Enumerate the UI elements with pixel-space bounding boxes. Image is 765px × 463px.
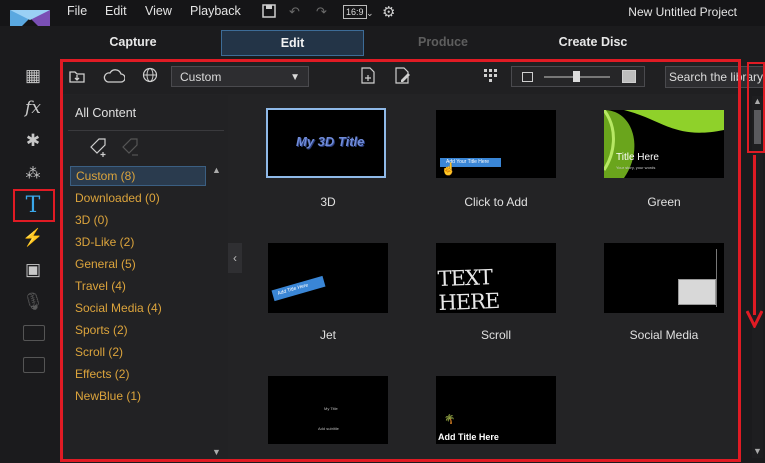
menu-playback[interactable]: Playback (190, 4, 241, 18)
subtitle-room-icon[interactable] (23, 357, 45, 373)
menu-view[interactable]: View (145, 4, 172, 18)
scroll-down-arrow[interactable]: ▼ (753, 446, 762, 456)
audio-mixing-room-icon[interactable]: ▣ (16, 258, 50, 282)
chapter-room-icon[interactable] (23, 325, 45, 341)
gear-icon[interactable]: ⚙ (382, 3, 395, 21)
tab-produce[interactable]: Produce (405, 30, 481, 54)
menu-edit[interactable]: Edit (105, 4, 127, 18)
menu-file[interactable]: File (67, 4, 87, 18)
particle-room-icon[interactable]: ⁂ (16, 162, 50, 186)
arrow-down-icon (745, 310, 764, 333)
highlight-scrollbar-thumb (747, 62, 765, 153)
chevron-down-icon[interactable]: ⌄ (366, 8, 374, 19)
pip-room-icon[interactable]: ✱ (16, 129, 50, 153)
highlight-library-area (60, 59, 741, 462)
title-room-icon[interactable]: T (16, 194, 50, 218)
aspect-ratio-selector[interactable]: 16:9 (343, 5, 367, 19)
media-room-icon[interactable]: ▦ (16, 64, 50, 88)
save-icon[interactable] (262, 4, 276, 21)
undo-icon[interactable]: ↶ (289, 4, 300, 20)
project-title: New Untitled Project (628, 5, 737, 19)
tab-edit[interactable]: Edit (221, 30, 364, 56)
tab-create-disc[interactable]: Create Disc (548, 30, 638, 54)
transition-room-icon[interactable]: ⚡ (16, 226, 50, 250)
fx-room-icon[interactable]: fx (16, 96, 50, 120)
redo-icon[interactable]: ↷ (316, 4, 327, 20)
tab-capture[interactable]: Capture (95, 30, 171, 54)
microphone-icon[interactable]: 🎙 (16, 290, 50, 314)
scroll-direction-arrow-shaft (753, 155, 756, 315)
